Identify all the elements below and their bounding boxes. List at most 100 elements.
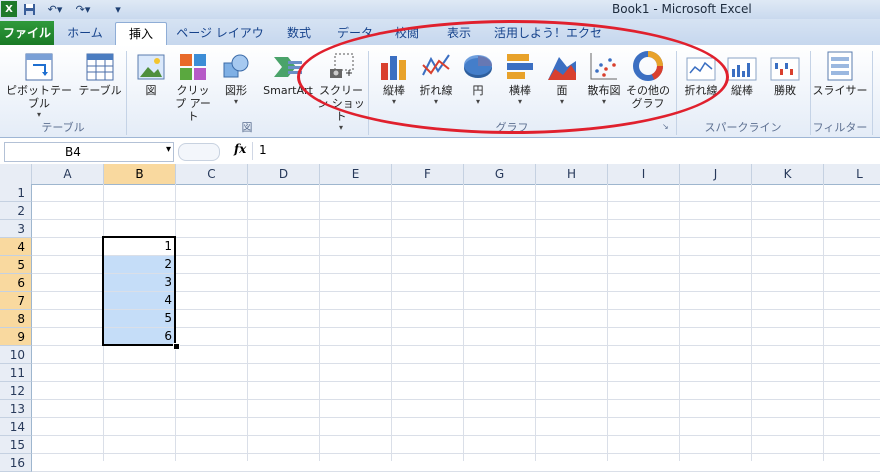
column-header-d[interactable]: D xyxy=(248,164,320,184)
dropdown-arrow-icon: ▾ xyxy=(433,97,438,106)
row-header-2[interactable]: 2 xyxy=(0,202,32,220)
worksheet-grid[interactable]: 1 2 3 4 5 6 7 8 9 10 11 12 13 14 15 16 1 2 3 4 5 6 xyxy=(0,184,880,472)
clip-art-button[interactable]: クリップ アート xyxy=(172,49,214,123)
sparkline-winloss-button[interactable]: 勝敗 xyxy=(764,49,806,97)
column-headers: ABCDEFGHIJKL xyxy=(0,164,880,185)
row-header-5[interactable]: 5 xyxy=(0,256,32,274)
chevron-down-icon[interactable]: ▾ xyxy=(166,144,171,155)
column-header-f[interactable]: F xyxy=(392,164,464,184)
customize-quick-access-icon[interactable]: ▾ xyxy=(112,1,124,17)
row-header-16[interactable]: 16 xyxy=(0,454,32,472)
title-bar: X ↶▾ ↷▾ ▾ Book1 - Microsoft Excel xyxy=(0,0,880,19)
column-gridline xyxy=(751,184,752,461)
dropdown-arrow-icon: ▾ xyxy=(601,97,606,106)
row-header-3[interactable]: 3 xyxy=(0,220,32,238)
row-header-1[interactable]: 1 xyxy=(0,184,32,202)
pie-chart-label: 円 xyxy=(472,84,484,97)
row-header-4[interactable]: 4 xyxy=(0,238,32,256)
other-charts-button[interactable]: その他の グラフ xyxy=(626,49,670,110)
scatter-chart-button[interactable]: 散布図 ▾ xyxy=(584,49,624,107)
column-header-a[interactable]: A xyxy=(32,164,104,184)
cell-b4[interactable]: 1 xyxy=(104,238,175,255)
tab-file[interactable]: ファイル xyxy=(0,21,54,45)
cell-b5[interactable]: 2 xyxy=(104,256,175,273)
bar-chart-button[interactable]: 横棒 ▾ xyxy=(500,49,540,107)
select-all-corner[interactable] xyxy=(0,164,32,184)
group-label-tables: テーブル xyxy=(41,121,85,134)
column-header-e[interactable]: E xyxy=(320,164,392,184)
table-label: テーブル xyxy=(78,84,122,97)
area-chart-button[interactable]: 面 ▾ xyxy=(542,49,582,107)
column-header-h[interactable]: H xyxy=(536,164,608,184)
tab-review[interactable]: 校閲 xyxy=(390,22,424,44)
pie-chart-button[interactable]: 円 ▾ xyxy=(458,49,498,107)
pivot-table-icon xyxy=(23,49,55,81)
table-button[interactable]: テーブル xyxy=(78,49,122,97)
cell-b9[interactable]: 6 xyxy=(104,328,175,345)
cell-b6[interactable]: 3 xyxy=(104,274,175,291)
redo-icon[interactable]: ↷▾ xyxy=(72,1,94,17)
column-header-k[interactable]: K xyxy=(752,164,824,184)
row-header-11[interactable]: 11 xyxy=(0,364,32,382)
dropdown-arrow-icon: ▾ xyxy=(475,97,480,106)
shapes-button[interactable]: 図形 ▾ xyxy=(218,49,254,107)
pivot-table-label: ピボットテーブル xyxy=(6,84,72,110)
row-header-13[interactable]: 13 xyxy=(0,400,32,418)
row-header-12[interactable]: 12 xyxy=(0,382,32,400)
line-chart-label: 折れ線 xyxy=(419,84,453,97)
screenshot-icon xyxy=(325,49,357,81)
tab-data[interactable]: データ xyxy=(333,22,377,44)
fill-handle[interactable] xyxy=(173,343,180,350)
slicer-button[interactable]: スライサー xyxy=(812,49,868,97)
tab-home[interactable]: ホーム xyxy=(60,22,110,44)
tab-insert[interactable]: 挿入 xyxy=(115,22,167,46)
row-header-7[interactable]: 7 xyxy=(0,292,32,310)
tab-formulas[interactable]: 数式 xyxy=(280,22,318,44)
line-chart-button[interactable]: 折れ線 ▾ xyxy=(416,49,456,107)
tab-katsuyo-excel[interactable]: 活用しよう！エクセル xyxy=(492,22,604,62)
row-header-6[interactable]: 6 xyxy=(0,274,32,292)
column-header-b[interactable]: B xyxy=(104,164,176,184)
dialog-launcher-icon[interactable]: ↘ xyxy=(662,122,669,131)
tab-page-layout[interactable]: ページ レイアウト xyxy=(174,22,266,62)
cell-b8[interactable]: 5 xyxy=(104,310,175,327)
save-icon[interactable] xyxy=(21,1,37,17)
column-header-c[interactable]: C xyxy=(176,164,248,184)
cell-b7[interactable]: 4 xyxy=(104,292,175,309)
smartart-button[interactable]: SmartArt xyxy=(258,49,318,97)
scatter-chart-label: 散布図 xyxy=(587,84,621,97)
row-header-9[interactable]: 9 xyxy=(0,328,32,346)
ribbon-tabs: ファイル ホーム 挿入 ページ レイアウト 数式 データ 校閲 表示 活用しよう… xyxy=(0,19,880,62)
column-header-i[interactable]: I xyxy=(608,164,680,184)
row-header-10[interactable]: 10 xyxy=(0,346,32,364)
slicer-icon xyxy=(824,49,856,81)
sparkline-column-icon xyxy=(726,49,758,81)
tab-view[interactable]: 表示 xyxy=(442,22,476,44)
group-label-sparklines: スパークライン xyxy=(704,121,782,134)
row-gridline xyxy=(32,435,880,436)
dropdown-arrow-icon: ▾ xyxy=(391,97,396,106)
row-header-14[interactable]: 14 xyxy=(0,418,32,436)
sparkline-line-label: 折れ線 xyxy=(684,84,718,97)
column-header-l[interactable]: L xyxy=(824,164,880,184)
dropdown-arrow-icon: ▾ xyxy=(517,97,522,106)
other-charts-label: その他の グラフ xyxy=(626,84,670,110)
row-header-8[interactable]: 8 xyxy=(0,310,32,328)
formula-input[interactable]: 1 xyxy=(252,142,880,160)
undo-icon[interactable]: ↶▾ xyxy=(44,1,66,17)
column-gridline xyxy=(247,184,248,461)
formula-bar-handle[interactable] xyxy=(178,143,220,161)
column-header-j[interactable]: J xyxy=(680,164,752,184)
name-box[interactable]: B4 ▾ xyxy=(4,142,174,162)
sparkline-column-button[interactable]: 縦棒 xyxy=(724,49,760,97)
scatter-chart-icon xyxy=(588,49,620,81)
sparkline-line-button[interactable]: 折れ線 xyxy=(680,49,722,97)
picture-button[interactable]: 図 xyxy=(134,49,168,97)
pivot-table-button[interactable]: ピボットテーブル ▾ xyxy=(2,49,76,120)
insert-function-icon[interactable]: fx xyxy=(234,142,246,156)
column-chart-button[interactable]: 縦棒 ▾ xyxy=(374,49,414,107)
picture-label: 図 xyxy=(145,84,157,97)
row-header-15[interactable]: 15 xyxy=(0,436,32,454)
shapes-label: 図形 xyxy=(225,84,247,97)
column-header-g[interactable]: G xyxy=(464,164,536,184)
